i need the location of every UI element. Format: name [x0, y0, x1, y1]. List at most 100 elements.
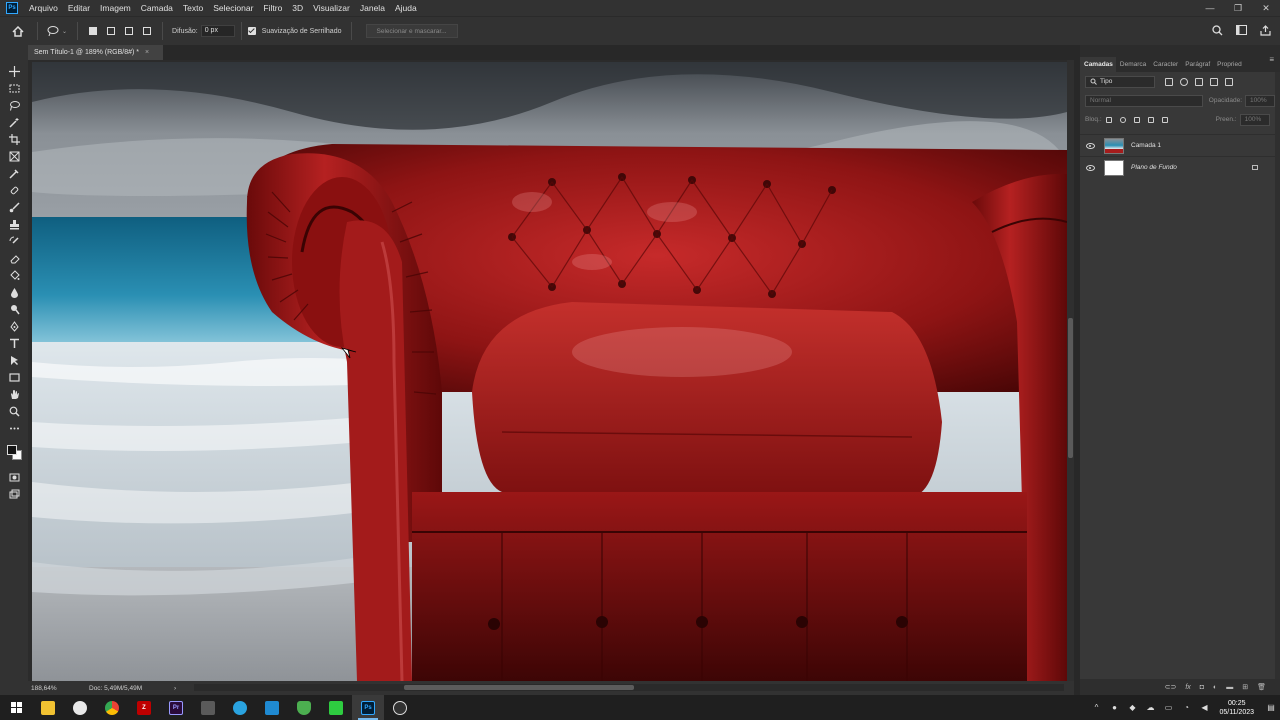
smart-object-filter-icon[interactable] — [1225, 77, 1233, 86]
more-tools-icon[interactable] — [5, 420, 23, 437]
visibility-eye-icon[interactable] — [1086, 164, 1095, 171]
zoom-level[interactable]: 188,64% — [31, 685, 81, 692]
select-and-mask-button[interactable]: Selecionar e mascarar... — [365, 24, 458, 38]
layer-row-camada-1[interactable]: Camada 1 — [1080, 134, 1280, 156]
photoshop-taskbar-icon[interactable]: Ps — [352, 695, 384, 720]
pixel-filter-icon[interactable] — [1165, 77, 1173, 86]
type-tool-icon[interactable] — [5, 335, 23, 352]
brush-tool-icon[interactable] — [5, 199, 23, 216]
menu-ajuda[interactable]: Ajuda — [390, 0, 422, 16]
lock-transparency-icon[interactable] — [1105, 116, 1112, 123]
new-selection-icon[interactable] — [85, 23, 101, 39]
eyedropper-tool-icon[interactable] — [5, 165, 23, 182]
blur-tool-icon[interactable] — [5, 284, 23, 301]
obs-icon[interactable] — [384, 695, 416, 720]
link-layers-icon[interactable]: ⊂⊃ — [1165, 683, 1177, 691]
lock-pixels-icon[interactable] — [1119, 116, 1126, 123]
tray-chevron-icon[interactable]: ^ — [1087, 695, 1105, 720]
intersect-selection-icon[interactable] — [139, 23, 155, 39]
opacity-input[interactable]: 100% — [1245, 94, 1275, 107]
paint-bucket-tool-icon[interactable] — [5, 267, 23, 284]
close-window-button[interactable]: ✕ — [1252, 0, 1280, 16]
workspace-icon[interactable] — [1234, 23, 1248, 37]
lock-artboard-icon[interactable] — [1147, 116, 1154, 123]
dropbox-icon[interactable]: ◆ — [1123, 695, 1141, 720]
lasso-tool-icon[interactable] — [5, 97, 23, 114]
menu-janela[interactable]: Janela — [355, 0, 390, 16]
hand-tool-icon[interactable] — [5, 386, 23, 403]
eraser-tool-icon[interactable] — [5, 250, 23, 267]
crop-tool-icon[interactable] — [5, 131, 23, 148]
start-button[interactable] — [0, 695, 32, 720]
menu-filtro[interactable]: Filtro — [258, 0, 287, 16]
fx-icon[interactable]: fx — [1185, 684, 1190, 691]
chrome-icon[interactable] — [96, 695, 128, 720]
fill-input[interactable]: 100% — [1239, 113, 1270, 126]
edge-icon[interactable] — [64, 695, 96, 720]
volume-icon[interactable]: ◀ — [1195, 695, 1213, 720]
trash-icon[interactable]: 🗑 — [1257, 683, 1266, 691]
usb-icon[interactable]: ▭ — [1159, 695, 1177, 720]
adjustment-filter-icon[interactable] — [1180, 77, 1188, 86]
preset-chevron-icon[interactable]: ⌄ — [62, 28, 67, 35]
layer-filter-select[interactable]: Tipo — [1085, 75, 1155, 88]
visibility-eye-icon[interactable] — [1086, 142, 1095, 149]
history-brush-tool-icon[interactable] — [5, 233, 23, 250]
tab-demarca[interactable]: Demarca — [1116, 57, 1149, 72]
lock-position-icon[interactable] — [1133, 116, 1140, 123]
quick-mask-icon[interactable] — [5, 469, 23, 486]
home-icon[interactable] — [5, 20, 31, 42]
add-selection-icon[interactable] — [103, 23, 119, 39]
image-canvas[interactable] — [32, 62, 1067, 681]
menu-arquivo[interactable]: Arquivo — [24, 0, 63, 16]
menu-selecionar[interactable]: Selecionar — [208, 0, 258, 16]
layer-row-plano-de-fundo[interactable]: Plano de Fundo — [1080, 156, 1280, 178]
lock-all-icon[interactable] — [1161, 116, 1168, 123]
zoom-tool-icon[interactable] — [5, 403, 23, 420]
clone-stamp-tool-icon[interactable] — [5, 216, 23, 233]
menu-imagem[interactable]: Imagem — [95, 0, 136, 16]
menu-editar[interactable]: Editar — [63, 0, 95, 16]
feather-input[interactable]: 0 px — [200, 25, 235, 37]
minimize-button[interactable]: — — [1196, 0, 1224, 16]
frame-tool-icon[interactable] — [5, 148, 23, 165]
color-swatches[interactable] — [4, 441, 24, 463]
type-filter-icon[interactable] — [1195, 77, 1203, 86]
wifi-icon[interactable]: ◔ — [1177, 695, 1195, 720]
panel-scrollbar[interactable] — [1275, 72, 1280, 679]
marquee-tool-icon[interactable] — [5, 80, 23, 97]
pen-tool-icon[interactable] — [5, 318, 23, 335]
share-icon[interactable] — [1258, 23, 1272, 37]
green-app-icon[interactable] — [320, 695, 352, 720]
blend-mode-select[interactable]: Normal — [1085, 94, 1203, 107]
dodge-tool-icon[interactable] — [5, 301, 23, 318]
vertical-scrollbar[interactable] — [1067, 60, 1074, 681]
shape-filter-icon[interactable] — [1210, 77, 1218, 86]
healing-brush-tool-icon[interactable] — [5, 182, 23, 199]
horizontal-scroll-thumb[interactable] — [404, 685, 634, 690]
calculator-icon[interactable] — [192, 695, 224, 720]
tab-camadas[interactable]: Camadas — [1080, 57, 1116, 72]
document-tab[interactable]: Sem Título-1 @ 189% (RGB/8#) * × — [28, 45, 163, 60]
restore-button[interactable]: ❐ — [1224, 0, 1252, 16]
menu-visualizar[interactable]: Visualizar — [308, 0, 355, 16]
tab-propried[interactable]: Propried — [1213, 57, 1245, 72]
move-tool-icon[interactable] — [5, 63, 23, 80]
panel-menu-icon[interactable]: ≡ — [1269, 55, 1274, 64]
tab-caracter[interactable]: Caracter — [1149, 57, 1181, 72]
foreground-color-swatch[interactable] — [7, 445, 17, 455]
vscode-icon[interactable] — [256, 695, 288, 720]
subtract-selection-icon[interactable] — [121, 23, 137, 39]
adjustment-layer-icon[interactable]: ◐ — [1213, 684, 1217, 691]
close-tab-icon[interactable]: × — [145, 49, 149, 56]
clock[interactable]: 00:25 05/11/2023 — [1219, 699, 1254, 717]
horizontal-scrollbar[interactable] — [194, 684, 1064, 691]
cloud-icon[interactable]: ☁ — [1141, 695, 1159, 720]
file-explorer-icon[interactable] — [32, 695, 64, 720]
screen-mode-icon[interactable] — [5, 486, 23, 503]
rectangle-tool-icon[interactable] — [5, 369, 23, 386]
path-selection-tool-icon[interactable] — [5, 352, 23, 369]
add-mask-icon[interactable]: ◘ — [1200, 684, 1204, 691]
search-icon[interactable] — [1210, 23, 1224, 37]
antialias-checkbox[interactable] — [247, 27, 256, 35]
